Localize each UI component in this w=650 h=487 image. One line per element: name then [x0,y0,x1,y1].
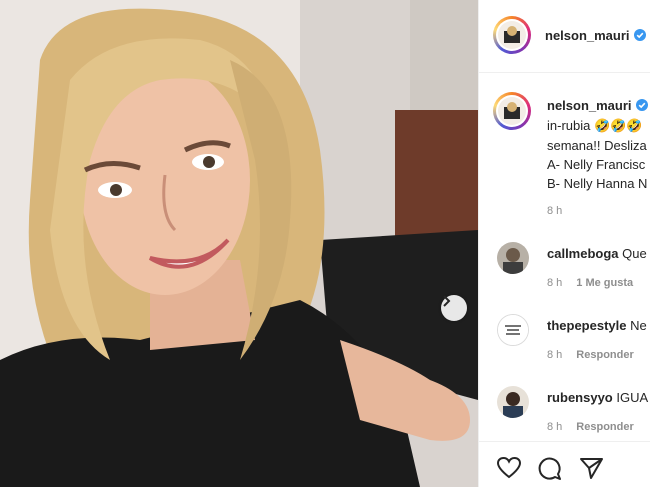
caption-timestamp: 8 h [547,205,563,217]
comment-text: callmeboga Que [547,246,647,261]
caption-username[interactable]: nelson_mauri [547,98,648,113]
comment-meta: 8 h Responder [547,349,648,361]
post-side-panel: nelson_mauri nelson_mauri in-rubia 🤣🤣🤣 s… [478,0,650,487]
comment-time: 8 h [547,277,563,289]
comment-avatar[interactable] [497,314,529,346]
comment-likes[interactable]: 1 Me gusta [576,277,633,289]
caption-line: B- Nelly Hanna N [547,176,648,191]
comment-time: 8 h [547,421,563,433]
verified-badge-icon [635,99,648,111]
caption-line: in-rubia 🤣🤣🤣 [547,118,643,133]
comment-username[interactable]: thepepestyle [547,318,626,333]
header-avatar[interactable] [493,16,531,54]
comment-username[interactable]: callmeboga [547,246,619,261]
chevron-right-icon [443,295,451,307]
comment-text: thepepestyle Ne [547,318,647,333]
comment-meta: 8 h 1 Me gusta [547,277,647,289]
heart-icon[interactable] [496,456,522,480]
post-image [0,0,478,487]
comment-text: rubensyyo IGUA [547,390,649,405]
reply-button[interactable]: Responder [576,349,633,361]
comment-meta: 8 h Responder [547,421,648,433]
caption-avatar[interactable] [493,92,531,130]
post-actions-bar [479,441,650,487]
comment-icon[interactable] [537,456,562,481]
verified-badge-icon [633,29,646,41]
post-header: nelson_mauri [479,0,650,73]
caption-line: A- Nelly Francisc [547,157,646,172]
comment-time: 8 h [547,349,563,361]
comment-avatar[interactable] [497,386,529,418]
reply-button[interactable]: Responder [576,421,633,433]
post-photo[interactable] [0,0,478,487]
send-icon[interactable] [579,456,604,480]
header-username[interactable]: nelson_mauri [545,28,646,43]
comment-avatar[interactable] [497,242,529,274]
next-photo-button[interactable] [441,295,467,321]
caption-line: semana!! Desliza [547,138,647,153]
comment-username[interactable]: rubensyyo [547,390,613,405]
